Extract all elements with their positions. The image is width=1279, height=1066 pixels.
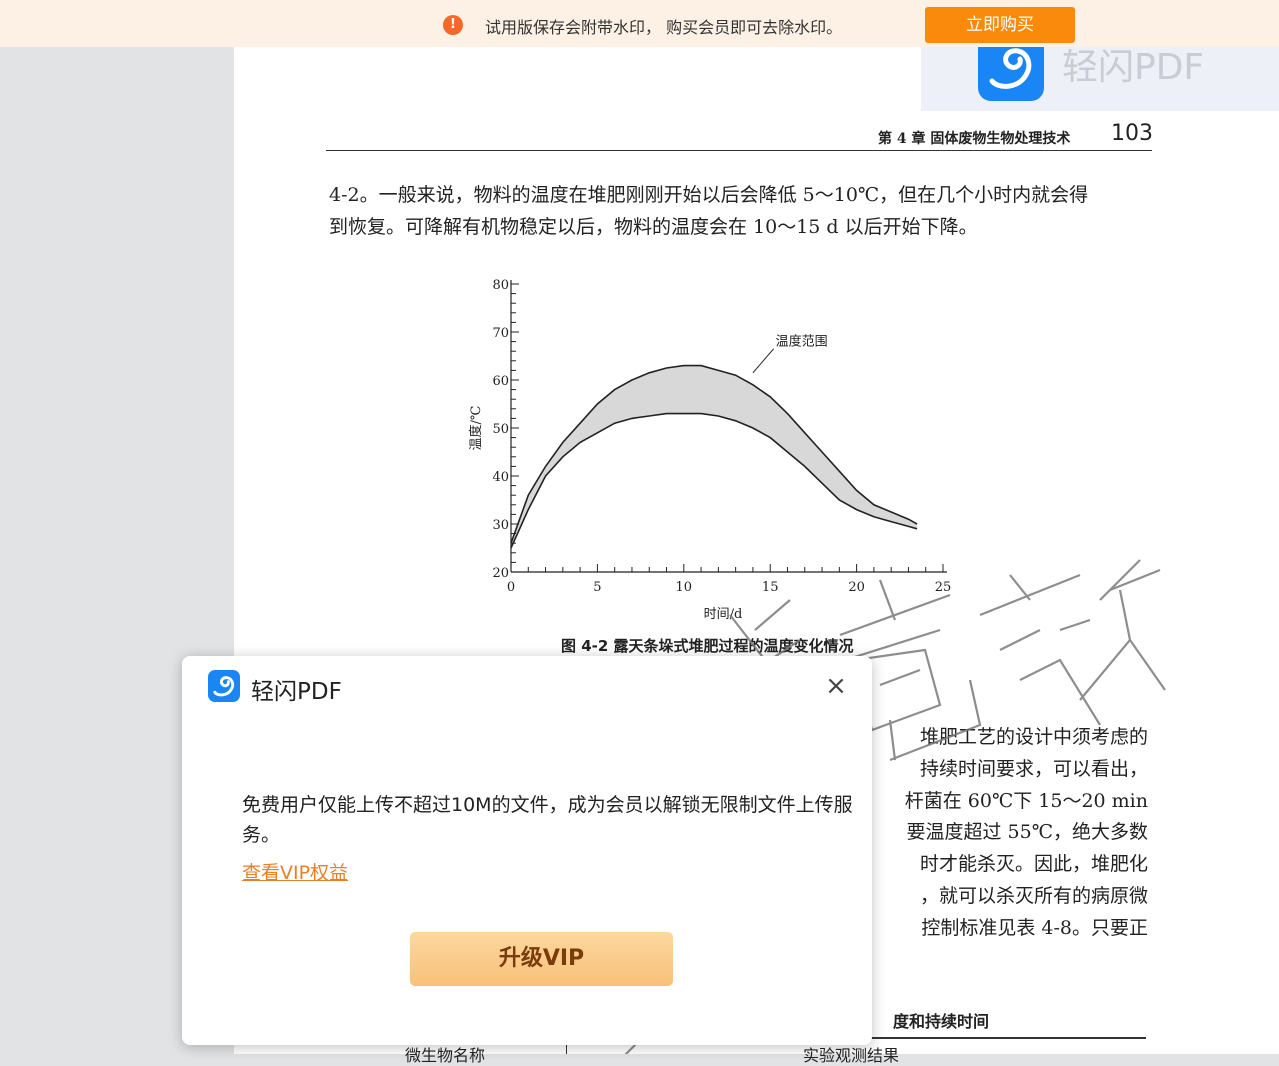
y-tick-label: 60 — [492, 374, 509, 389]
y-tick-label: 40 — [492, 470, 509, 485]
y-tick-label: 20 — [492, 566, 509, 581]
y-tick-label: 80 — [492, 278, 509, 293]
y-tick-label: 70 — [492, 326, 509, 341]
figure-caption: 图 4-2 露天条垛式堆肥过程的温度变化情况 — [561, 637, 854, 655]
vip-upgrade-dialog: 轻闪PDF × 免费用户仅能上传不超过10M的文件，成为会员以解锁无限制文件上传… — [182, 656, 872, 1045]
y-tick-label: 50 — [492, 422, 509, 437]
text-line: 堆肥工艺的设计中须考虑的 — [919, 726, 1148, 748]
upgrade-vip-button[interactable]: 升级VIP — [410, 932, 673, 986]
page-number: 103 — [1111, 121, 1153, 146]
x-tick-label: 15 — [762, 580, 779, 595]
x-tick-label: 0 — [507, 580, 515, 595]
dialog-title: 轻闪PDF — [251, 679, 342, 705]
x-tick-label: 20 — [848, 580, 865, 595]
paragraph-line: 到恢复。可降解有机物稳定以后，物料的温度会在 10～15 d 以后开始下降。 — [329, 216, 978, 238]
text-line: 要温度超过 55℃，绝大多数 — [906, 821, 1148, 844]
buy-now-button[interactable]: 立即购买 — [925, 7, 1075, 43]
view-vip-benefits-link[interactable]: 查看VIP权益 — [242, 858, 348, 885]
dialog-message: 免费用户仅能上传不超过10M的文件，成为会员以解锁无限制文件上传服务。 — [242, 794, 853, 846]
trial-message: 试用版保存会附带水印， 购买会员即可去除水印。 — [485, 18, 843, 37]
text-line: ，就可以杀灭所有的病原微 — [919, 884, 1148, 907]
table-title: 度和持续时间 — [893, 1012, 990, 1031]
trial-banner: ! 试用版保存会附带水印， 购买会员即可去除水印。 立即购买 — [0, 0, 1279, 47]
qingshan-pdf-logo-icon — [208, 670, 240, 702]
annotation-leader — [752, 348, 775, 374]
exclamation-icon: ! — [443, 15, 463, 35]
text-line: 杆菌在 60℃下 15～20 min — [904, 789, 1148, 812]
paragraph-line: 4-2。一般来说，物料的温度在堆肥刚刚开始以后会降低 5～10℃，但在几个小时内… — [329, 184, 1089, 206]
x-tick-label: 25 — [935, 580, 952, 595]
text-line: 持续时间要求，可以看出， — [919, 757, 1148, 780]
temperature-chart: 0 5 10 15 20 25 20 30 40 50 60 70 80 时间/d 温度/℃ 温度范围 — [468, 278, 952, 622]
close-icon[interactable]: × — [822, 672, 850, 700]
body-paragraph: 4-2。一般来说，物料的温度在堆肥刚刚开始以后会降低 5～10℃，但在几个小时内… — [329, 179, 1154, 243]
text-line: 时才能杀灭。因此，堆肥化 — [919, 853, 1148, 876]
y-tick-label: 30 — [492, 518, 509, 533]
table-header-result: 实验观测结果 — [803, 1046, 900, 1065]
temperature-range-band — [511, 365, 918, 548]
annotation-label: 温度范围 — [776, 333, 828, 349]
x-axis-label: 时间/d — [704, 607, 743, 622]
table-header-microbe: 微生物名称 — [405, 1046, 486, 1065]
x-tick-label: 5 — [593, 580, 601, 595]
text-line: 控制标准见表 4-8。只要正 — [921, 916, 1148, 939]
header-rule — [326, 150, 1152, 151]
x-tick-label: 10 — [676, 580, 693, 595]
running-head: 第 4 章 固体废物生物处理技术 — [878, 131, 1071, 147]
body-text-right: 堆肥工艺的设计中须考虑的 持续时间要求，可以看出， 杆菌在 60℃下 15～20… — [880, 722, 1148, 945]
y-axis-label: 温度/℃ — [468, 406, 484, 451]
